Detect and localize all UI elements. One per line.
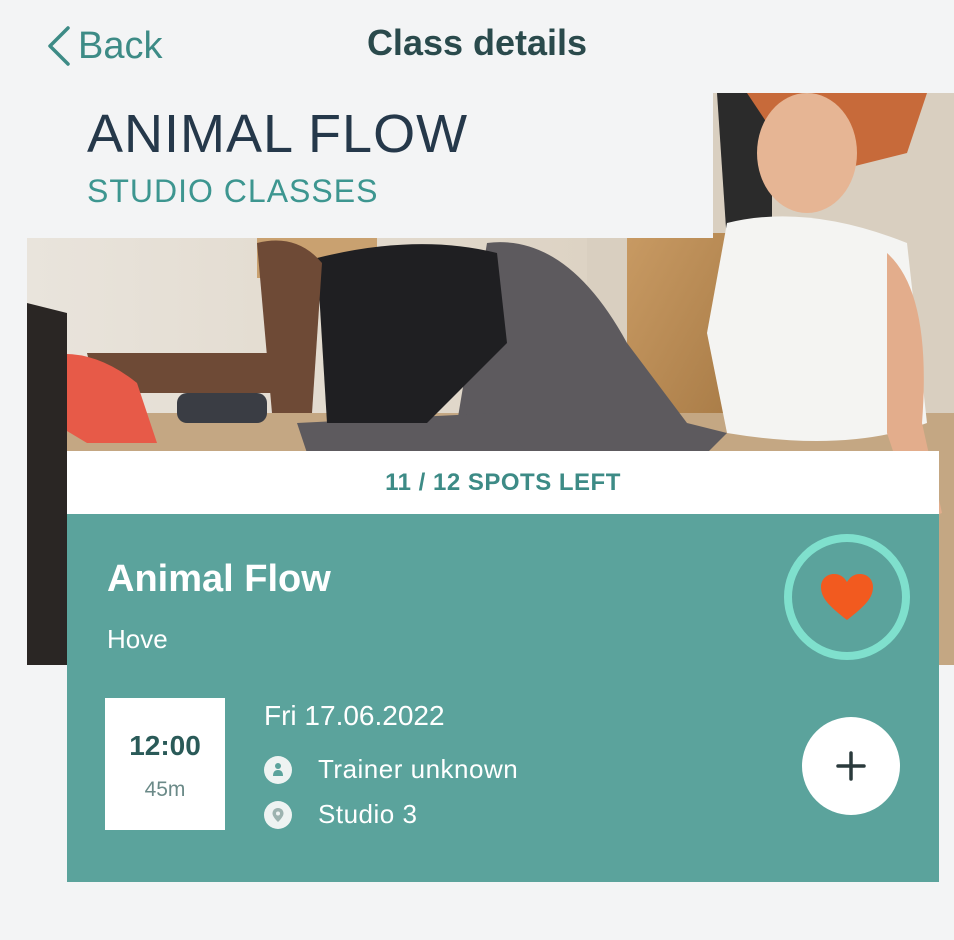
class-date: Fri 17.06.2022 xyxy=(264,700,445,731)
studio-row: Studio 3 xyxy=(264,799,417,830)
class-location: Hove xyxy=(107,624,168,654)
heart-icon xyxy=(821,574,873,620)
class-details-screen: Back Class details ANIMAL FLOW STUDIO CL… xyxy=(0,0,954,940)
class-title-card: ANIMAL FLOW STUDIO CLASSES xyxy=(27,93,713,238)
class-info-card: Animal Flow Hove 12:00 45m Fri 17.06.202… xyxy=(67,514,939,882)
spots-left-text: 11 / 12 SPOTS LEFT xyxy=(385,468,621,496)
location-pin-icon xyxy=(264,800,292,829)
navigation-bar: Back Class details xyxy=(0,0,954,92)
studio-name: Studio 3 xyxy=(318,799,418,829)
time-box: 12:00 45m xyxy=(105,698,225,830)
spots-left-bar: 11 / 12 SPOTS LEFT xyxy=(67,451,939,514)
class-title: ANIMAL FLOW xyxy=(87,104,469,164)
favorite-button[interactable] xyxy=(784,534,910,660)
duration: 45m xyxy=(144,778,186,801)
start-time: 12:00 xyxy=(129,730,201,761)
add-button[interactable] xyxy=(802,717,900,815)
page-title: Class details xyxy=(366,22,588,63)
class-category: STUDIO CLASSES xyxy=(87,173,379,209)
trainer-row: Trainer unknown xyxy=(264,754,518,785)
trainer-name: Trainer unknown xyxy=(318,754,519,784)
class-name: Animal Flow xyxy=(107,558,331,600)
plus-icon xyxy=(836,751,866,781)
trainer-icon xyxy=(264,755,292,784)
